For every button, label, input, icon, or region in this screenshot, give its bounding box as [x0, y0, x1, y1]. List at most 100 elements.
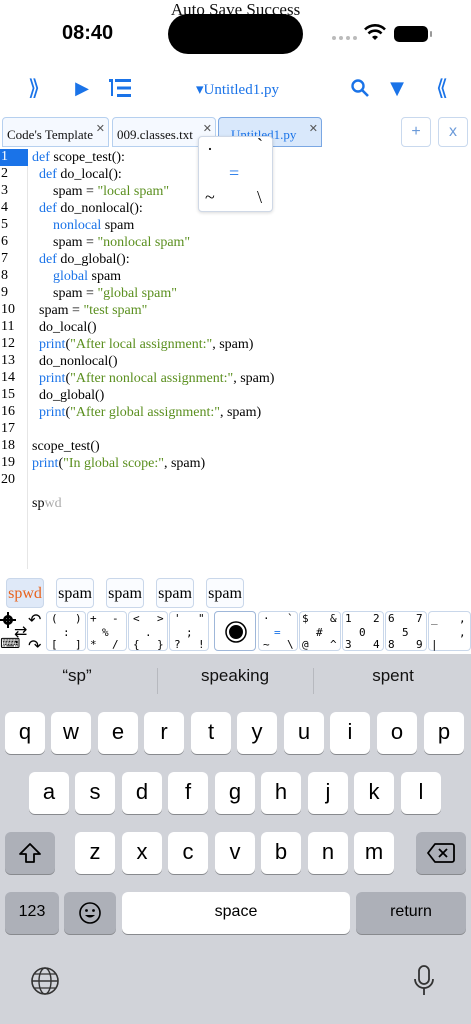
- joystick-key[interactable]: [214, 611, 256, 651]
- undo-icon[interactable]: ↶: [28, 610, 41, 629]
- key-k[interactable]: k: [354, 772, 394, 814]
- suggestion-item[interactable]: spam: [106, 578, 144, 608]
- key-t[interactable]: t: [191, 712, 231, 754]
- key-s[interactable]: s: [75, 772, 115, 814]
- key-i[interactable]: i: [330, 712, 370, 754]
- key-m[interactable]: m: [354, 832, 394, 874]
- code-editor[interactable]: 1 2 3 4 5 6 7 8 9 10 11 12 13 14 15 16 1…: [0, 149, 471, 569]
- key-d[interactable]: d: [122, 772, 162, 814]
- emoji-icon: [79, 902, 101, 924]
- suggestion-item[interactable]: spam: [56, 578, 94, 608]
- key-y[interactable]: y: [237, 712, 277, 754]
- redo-icon[interactable]: ↷: [28, 636, 41, 655]
- return-key[interactable]: return: [356, 892, 466, 934]
- popup-backtick[interactable]: `: [257, 135, 263, 156]
- close-icon[interactable]: ✕: [309, 122, 318, 135]
- symbol-popup[interactable]: · ` = ~ \: [198, 135, 273, 212]
- prediction-item[interactable]: “sp”: [2, 666, 152, 696]
- prediction-item[interactable]: spent: [318, 666, 468, 696]
- line-number: 5: [1, 217, 8, 232]
- search-icon[interactable]: [350, 72, 370, 104]
- key-l[interactable]: l: [401, 772, 441, 814]
- popup-dot[interactable]: ·: [207, 139, 213, 160]
- microphone-icon[interactable]: [412, 964, 436, 998]
- key-a[interactable]: a: [29, 772, 69, 814]
- close-icon[interactable]: ✕: [203, 122, 212, 135]
- expand-left-icon[interactable]: ⟫: [22, 72, 46, 104]
- popup-tilde[interactable]: ~: [205, 187, 215, 208]
- line-number: 6: [1, 234, 8, 249]
- backspace-icon: [427, 843, 455, 863]
- outline-list-icon[interactable]: [108, 72, 132, 104]
- status-bar: Auto Save Success 08:40: [0, 0, 471, 62]
- battery-icon: [394, 26, 432, 42]
- key-o[interactable]: o: [377, 712, 417, 754]
- code-line: def do_global():: [39, 252, 130, 267]
- tab-label: 009.classes.txt: [117, 127, 193, 142]
- system-keyboard: “sp” speaking spent q w e r t y u i o p …: [0, 654, 471, 1024]
- symbol-key-quote[interactable]: ' ";?!: [169, 611, 209, 651]
- symbol-key-plus[interactable]: + -% * /: [87, 611, 127, 651]
- symbol-key-angle[interactable]: < >.{}: [128, 611, 168, 651]
- key-r[interactable]: r: [144, 712, 184, 754]
- key-z[interactable]: z: [75, 832, 115, 874]
- expand-right-icon[interactable]: ⟪: [430, 72, 454, 104]
- symbol-key-underscore[interactable]: _,, |: [428, 611, 471, 651]
- popup-equals[interactable]: =: [229, 163, 239, 184]
- code-line: do_local(): [32, 320, 97, 335]
- close-icon[interactable]: ✕: [96, 122, 105, 135]
- key-n[interactable]: n: [308, 832, 348, 874]
- tab-label: Code's Template: [7, 127, 94, 142]
- code-line: print("After local assignment:", spam): [39, 337, 254, 352]
- code-line: spam = "nonlocal spam": [32, 235, 191, 250]
- code-line: print("In global scope:", spam): [32, 456, 206, 471]
- symbol-key-equals[interactable]: · ` = ~ \: [258, 611, 298, 651]
- suggestion-item[interactable]: spam: [206, 578, 244, 608]
- key-q[interactable]: q: [5, 712, 45, 754]
- key-g[interactable]: g: [215, 772, 255, 814]
- key-x[interactable]: x: [122, 832, 162, 874]
- keyboard-icon[interactable]: ⌨: [0, 636, 20, 652]
- key-c[interactable]: c: [168, 832, 208, 874]
- key-j[interactable]: j: [308, 772, 348, 814]
- suggestion-item[interactable]: spam: [156, 578, 194, 608]
- numbers-key[interactable]: 123: [5, 892, 59, 934]
- symbol-key-parens[interactable]: ():[]: [46, 611, 86, 651]
- key-u[interactable]: u: [284, 712, 324, 754]
- down-arrow-button[interactable]: ▼: [386, 72, 408, 104]
- globe-icon[interactable]: [30, 966, 60, 996]
- key-w[interactable]: w: [51, 712, 91, 754]
- prediction-item[interactable]: speaking: [160, 666, 310, 696]
- tab-codes-template[interactable]: Code's Template ✕: [2, 117, 109, 147]
- key-f[interactable]: f: [168, 772, 208, 814]
- key-h[interactable]: h: [261, 772, 301, 814]
- key-p[interactable]: p: [424, 712, 464, 754]
- code-line: spam = "test spam": [32, 303, 148, 318]
- suggestion-item[interactable]: spwd: [6, 578, 44, 608]
- number-key-5[interactable]: 67589: [385, 611, 427, 651]
- line-number: 11: [1, 319, 15, 334]
- line-number: 12: [1, 336, 15, 351]
- run-button[interactable]: ▶: [70, 72, 94, 104]
- dynamic-island: [168, 14, 303, 54]
- close-tab-button[interactable]: x: [438, 117, 468, 147]
- line-number: 14: [1, 370, 15, 385]
- symbol-key-hash[interactable]: $ & # @ ^: [299, 611, 341, 651]
- key-v[interactable]: v: [215, 832, 255, 874]
- number-key-0[interactable]: 12034: [342, 611, 384, 651]
- space-key[interactable]: space: [122, 892, 350, 934]
- key-b[interactable]: b: [261, 832, 301, 874]
- code-line: def scope_test():: [32, 150, 125, 165]
- add-tab-button[interactable]: +: [401, 117, 431, 147]
- emoji-key[interactable]: [64, 892, 116, 934]
- code-line: scope_test(): [32, 439, 100, 454]
- popup-backslash[interactable]: \: [257, 187, 262, 208]
- line-number: 2: [1, 166, 8, 181]
- wifi-icon: [364, 24, 386, 40]
- shift-icon: [19, 843, 41, 863]
- file-title-dropdown[interactable]: ▾Untitled1.py: [196, 80, 279, 99]
- shift-key[interactable]: [5, 832, 55, 874]
- signal-icon: [332, 36, 357, 40]
- key-e[interactable]: e: [98, 712, 138, 754]
- delete-key[interactable]: [416, 832, 466, 874]
